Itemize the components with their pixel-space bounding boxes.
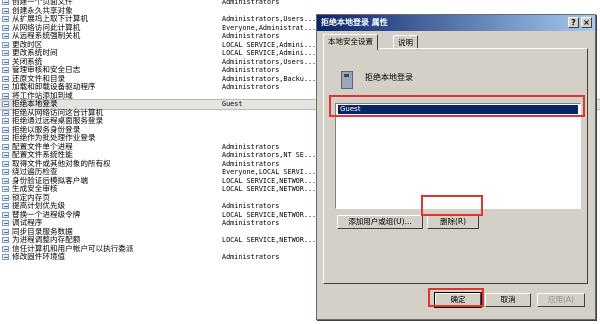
policy-setting: Administrators — [222, 159, 280, 168]
policy-icon — [2, 143, 9, 150]
policy-icon — [2, 109, 9, 116]
users-listbox[interactable]: Guest — [335, 103, 581, 209]
ok-button[interactable]: 确定 — [434, 292, 482, 308]
policy-setting: Administrators — [222, 219, 280, 227]
policy-setting: Everyone,LOCAL SERVI... — [222, 168, 317, 176]
policy-icon — [2, 177, 9, 184]
policy-icon — [2, 67, 9, 73]
policy-icon — [2, 101, 9, 107]
policy-name: 修改固件环境值 — [12, 252, 66, 261]
policy-setting: Administrators,Users... — [222, 15, 317, 23]
policy-setting: Administrators — [222, 83, 280, 91]
policy-icon — [2, 194, 9, 201]
policy-setting: Administrators — [222, 202, 280, 210]
policy-icon — [2, 16, 9, 22]
server-policy-icon — [341, 71, 353, 89]
policy-setting: Administrators — [222, 32, 280, 40]
properties-dialog: 拒绝本地登录 属性 ? × 本地安全设置 说明 拒绝本地登录 Guest 添加用… — [316, 14, 596, 320]
policy-icon — [2, 152, 9, 158]
policy-icon — [2, 135, 9, 141]
policy-title: 拒绝本地登录 — [365, 73, 413, 82]
tab-local-security-setting[interactable]: 本地安全设置 — [323, 34, 378, 50]
policy-icon — [2, 0, 9, 5]
policy-setting: Administrators — [222, 66, 280, 74]
policy-icon — [2, 220, 9, 226]
policy-setting: Administrators,Users... — [222, 57, 317, 66]
policy-icon — [2, 58, 9, 65]
policy-setting: Administrators — [222, 142, 280, 151]
dialog-title: 拒绝本地登录 属性 — [321, 18, 388, 27]
policy-setting: LOCAL SERVICE,NETWOR... — [222, 176, 317, 185]
user-list-item[interactable]: Guest — [338, 105, 578, 114]
policy-setting: LOCAL SERVICE,Admini... — [222, 40, 317, 49]
policy-icon — [2, 228, 9, 235]
policy-icon — [2, 237, 9, 243]
policy-setting: LOCAL SERVICE,NETWOR... — [222, 210, 317, 219]
policy-icon — [2, 203, 9, 209]
policy-icon — [2, 254, 9, 260]
policy-icon — [2, 84, 9, 90]
policy-setting: LOCAL SERVICE,NETWOR... — [222, 185, 317, 193]
policy-setting: Guest — [222, 100, 243, 108]
help-button[interactable]: ? — [568, 17, 579, 28]
policy-icon — [2, 186, 9, 192]
policy-icon — [2, 24, 9, 31]
apply-button[interactable]: 应用(A) — [537, 293, 585, 307]
policy-setting: Administrators,Backu... — [222, 74, 317, 83]
policy-icon — [2, 41, 9, 48]
policy-icon — [2, 7, 9, 14]
policy-icon — [2, 169, 9, 175]
policy-icon — [2, 245, 9, 252]
policy-icon — [2, 160, 9, 167]
policy-icon — [2, 75, 9, 82]
policy-icon — [2, 33, 9, 39]
policy-icon — [2, 50, 9, 56]
add-user-or-group-button[interactable]: 添加用户或组(U)... — [337, 215, 423, 229]
remove-button[interactable]: 删除(R) — [427, 215, 479, 229]
cancel-button[interactable]: 取消 — [485, 293, 531, 307]
policy-setting: Administrators — [222, 253, 280, 261]
policy-icon — [2, 211, 9, 218]
policy-icon — [2, 92, 9, 99]
policy-setting: Administrators,NT SE... — [222, 151, 317, 159]
policy-setting: LOCAL SERVICE,NETWOR... — [222, 236, 317, 244]
close-button[interactable]: × — [581, 17, 592, 28]
policy-setting: Everyone,Administrat... — [222, 23, 317, 32]
policy-icon — [2, 126, 9, 133]
policy-setting: LOCAL SERVICE,Admini... — [222, 49, 317, 57]
dialog-titlebar[interactable]: 拒绝本地登录 属性 ? × — [317, 15, 595, 31]
policy-icon — [2, 118, 9, 124]
